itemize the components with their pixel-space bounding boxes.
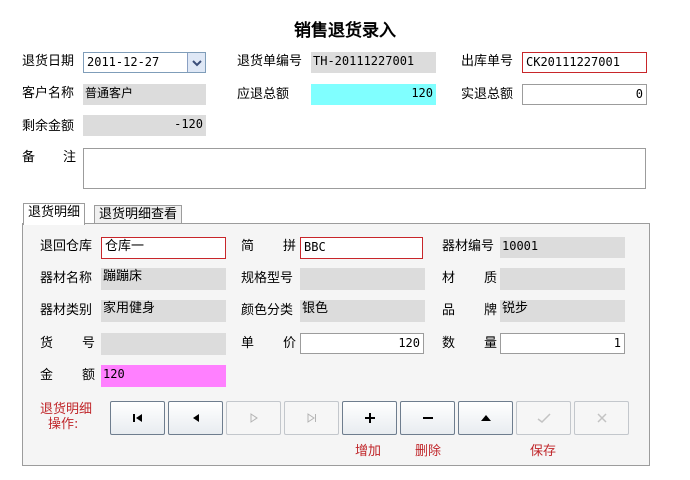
triangle-up-icon	[480, 415, 491, 421]
first-record-icon	[132, 414, 142, 422]
category-label: 器材类别	[40, 303, 93, 318]
price-input[interactable]: 120	[300, 333, 424, 354]
first-record-button[interactable]	[110, 401, 165, 435]
ops-label-line2: 操作:	[48, 417, 79, 432]
brand-label-char1: 品	[442, 303, 456, 318]
remaining-field: -120	[83, 115, 206, 136]
check-icon	[537, 413, 551, 423]
price-label-char1: 单	[241, 336, 255, 351]
previous-record-icon	[192, 414, 199, 422]
equip-no-field: 10001	[500, 237, 625, 258]
shortcode-label-char1: 简	[241, 239, 255, 254]
return-no-field: TH-20111227001	[311, 52, 436, 73]
remaining-label: 剩余金额	[22, 119, 75, 134]
customer-field: 普通客户	[83, 84, 206, 105]
warehouse-label: 退回仓库	[40, 239, 93, 254]
delete-caption: 删除	[415, 444, 442, 459]
item-no-label-char2: 号	[82, 336, 96, 351]
minus-icon	[422, 417, 433, 419]
spec-field	[300, 268, 425, 290]
close-icon	[596, 413, 607, 423]
next-record-button[interactable]	[226, 401, 281, 435]
return-date-label: 退货日期	[22, 54, 75, 69]
return-date-value: 2011-12-27	[87, 55, 160, 69]
shortcode-label-char2: 拼	[283, 239, 297, 254]
color-label: 颜色分类	[241, 303, 294, 318]
actual-refund-label: 实退总额	[461, 87, 514, 102]
delete-button[interactable]	[400, 401, 455, 435]
plus-icon	[364, 413, 375, 423]
category-field: 家用健身	[101, 300, 226, 322]
amount-label-char1: 金	[40, 368, 54, 383]
chevron-down-icon	[192, 60, 202, 67]
previous-record-button[interactable]	[168, 401, 223, 435]
refund-total-field: 120	[311, 84, 436, 105]
refund-total-label: 应退总额	[237, 87, 290, 102]
remark-label-char1: 备	[22, 150, 36, 165]
outbound-no-label: 出库单号	[461, 54, 514, 69]
last-record-button[interactable]	[284, 401, 339, 435]
qty-label-char1: 数	[442, 336, 456, 351]
item-no-label-char1: 货	[40, 336, 54, 351]
return-date-picker[interactable]: 2011-12-27	[83, 52, 206, 73]
date-dropdown-button[interactable]	[187, 53, 205, 72]
equip-no-label: 器材编号	[442, 239, 495, 254]
amount-field: 120	[101, 365, 226, 387]
save-button[interactable]	[516, 401, 571, 435]
color-field: 银色	[300, 300, 425, 322]
next-record-icon	[250, 413, 258, 423]
actual-refund-input[interactable]: 0	[522, 84, 647, 105]
last-record-icon	[307, 413, 316, 423]
material-field	[500, 268, 625, 290]
material-label-char2: 质	[484, 271, 498, 286]
return-no-label: 退货单编号	[237, 54, 303, 69]
outbound-no-input[interactable]: CK20111227001	[522, 52, 647, 73]
warehouse-input[interactable]: 仓库一	[101, 237, 226, 259]
tab-return-detail[interactable]: 退货明细	[23, 203, 86, 225]
spec-label: 规格型号	[241, 271, 294, 286]
cancel-button[interactable]	[574, 401, 629, 435]
save-caption: 保存	[530, 444, 557, 459]
add-caption: 增加	[355, 444, 382, 459]
tab-return-detail-view[interactable]: 退货明细查看	[94, 205, 183, 224]
brand-label-char2: 牌	[484, 303, 498, 318]
page-title: 销售退货录入	[294, 21, 396, 41]
shortcode-input[interactable]: BBC	[300, 237, 423, 259]
remark-textarea[interactable]	[83, 148, 646, 189]
amount-label-char2: 额	[82, 368, 96, 383]
item-no-field	[101, 333, 226, 355]
ops-label-line1: 退货明细	[40, 402, 93, 417]
qty-input[interactable]: 1	[500, 333, 625, 354]
remark-label-char2: 注	[63, 150, 77, 165]
equip-name-field: 蹦蹦床	[101, 268, 226, 290]
equip-name-label: 器材名称	[40, 271, 93, 286]
material-label-char1: 材	[442, 271, 456, 286]
brand-field: 锐步	[500, 300, 625, 322]
edit-button[interactable]	[458, 401, 513, 435]
customer-label: 客户名称	[22, 86, 75, 101]
price-label-char2: 价	[283, 336, 297, 351]
add-button[interactable]	[342, 401, 397, 435]
qty-label-char2: 量	[484, 336, 498, 351]
